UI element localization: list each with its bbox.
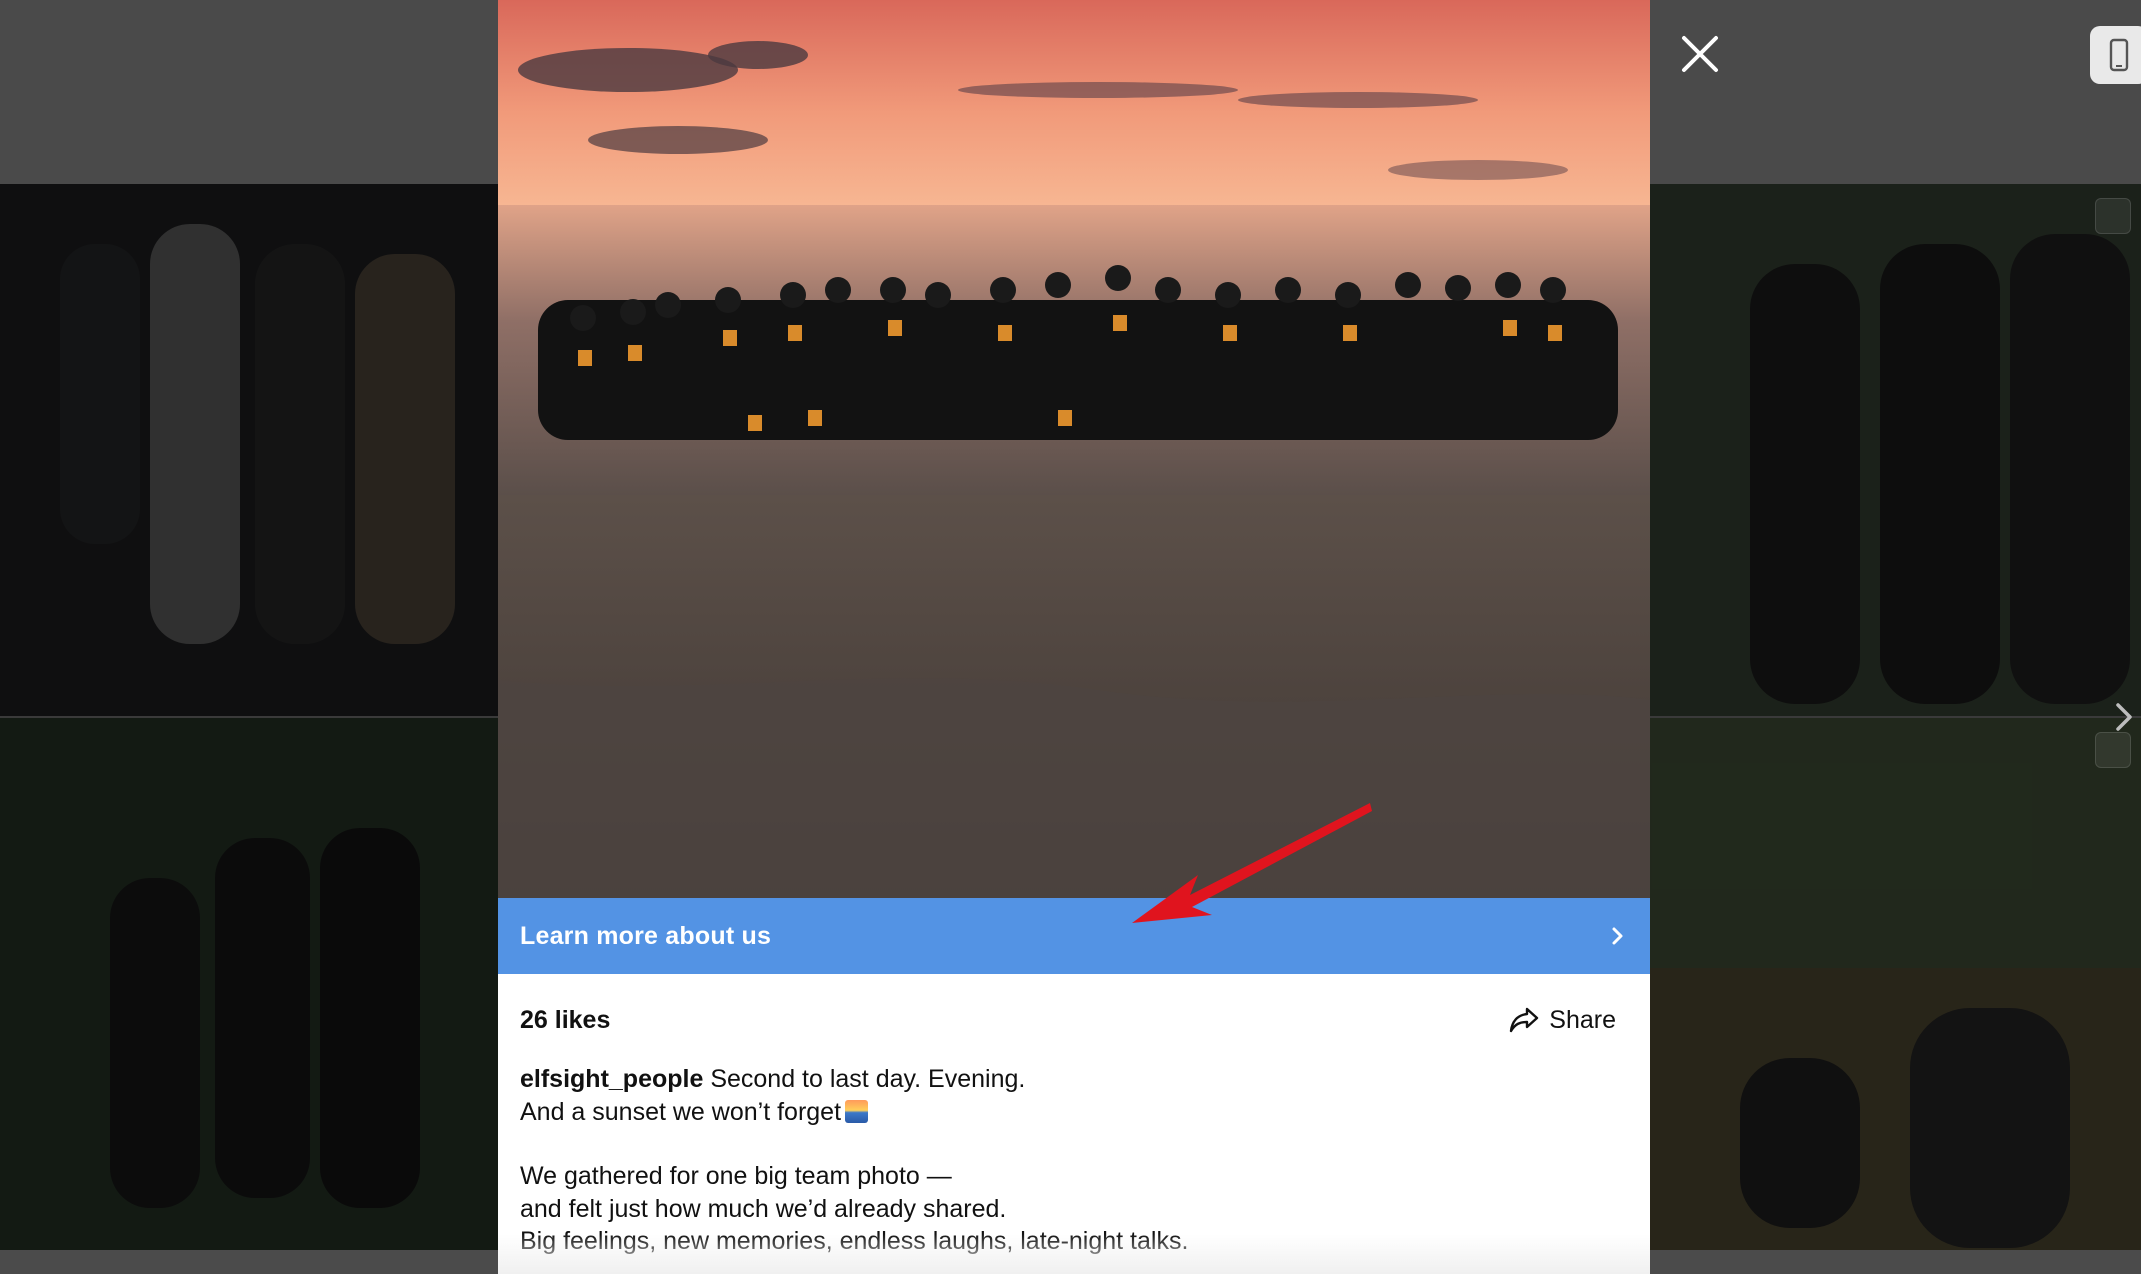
learn-more-label: Learn more about us	[520, 921, 772, 950]
learn-more-button[interactable]: Learn more about us	[498, 898, 1650, 974]
team-beach-sunset-photo	[498, 0, 1650, 898]
backdrop-shade	[1650, 718, 2141, 1250]
post-details: 26 likes Share elfsight_people Second to…	[520, 995, 1628, 1258]
post-caption: elfsight_people Second to last day. Even…	[520, 1063, 1628, 1258]
close-icon[interactable]	[1680, 34, 1720, 74]
background-post-tile-left-bottom[interactable]	[0, 718, 498, 1250]
post-actions-row: 26 likes Share	[520, 995, 1628, 1045]
backdrop-shade	[1650, 184, 2141, 716]
share-label: Share	[1549, 1005, 1616, 1034]
caption-line-1: elfsight_people Second to last day. Even…	[520, 1063, 1628, 1096]
caption-username[interactable]: elfsight_people	[520, 1065, 703, 1093]
sunset-emoji-icon	[845, 1099, 869, 1123]
caption-line-1-text: Second to last day. Evening.	[703, 1065, 1026, 1093]
background-post-tile-right-bottom[interactable]	[1650, 718, 2141, 1250]
caption-line-4: and felt just how much we’d already shar…	[520, 1194, 1007, 1223]
backdrop-shade	[0, 184, 498, 716]
share-arrow-icon	[1510, 1007, 1539, 1033]
likes-count: 26 likes	[520, 1005, 611, 1034]
share-button[interactable]: Share	[1509, 1006, 1616, 1035]
caption-line-2-text: And a sunset we won’t forget	[520, 1097, 842, 1126]
chevron-right-icon	[1612, 927, 1623, 945]
background-post-tile-right-top[interactable]	[1650, 184, 2141, 716]
backdrop-shade	[0, 718, 498, 1250]
post-modal: Learn more about us 26 likes Share elfsi…	[498, 0, 1650, 1274]
post-photo[interactable]	[498, 0, 1650, 898]
caption-line-3: We gathered for one big team photo —	[520, 1162, 952, 1190]
caption-fade	[498, 1234, 1650, 1274]
mobile-device-icon	[2109, 38, 2129, 72]
caption-line-2: And a sunset we won’t forget	[520, 1096, 1628, 1129]
tile-type-icon	[2095, 732, 2131, 768]
background-post-tile-left-top[interactable]	[0, 184, 498, 716]
mobile-device-button[interactable]	[2090, 26, 2141, 84]
tile-type-icon	[2095, 198, 2131, 234]
chevron-right-icon[interactable]	[2113, 700, 2135, 734]
